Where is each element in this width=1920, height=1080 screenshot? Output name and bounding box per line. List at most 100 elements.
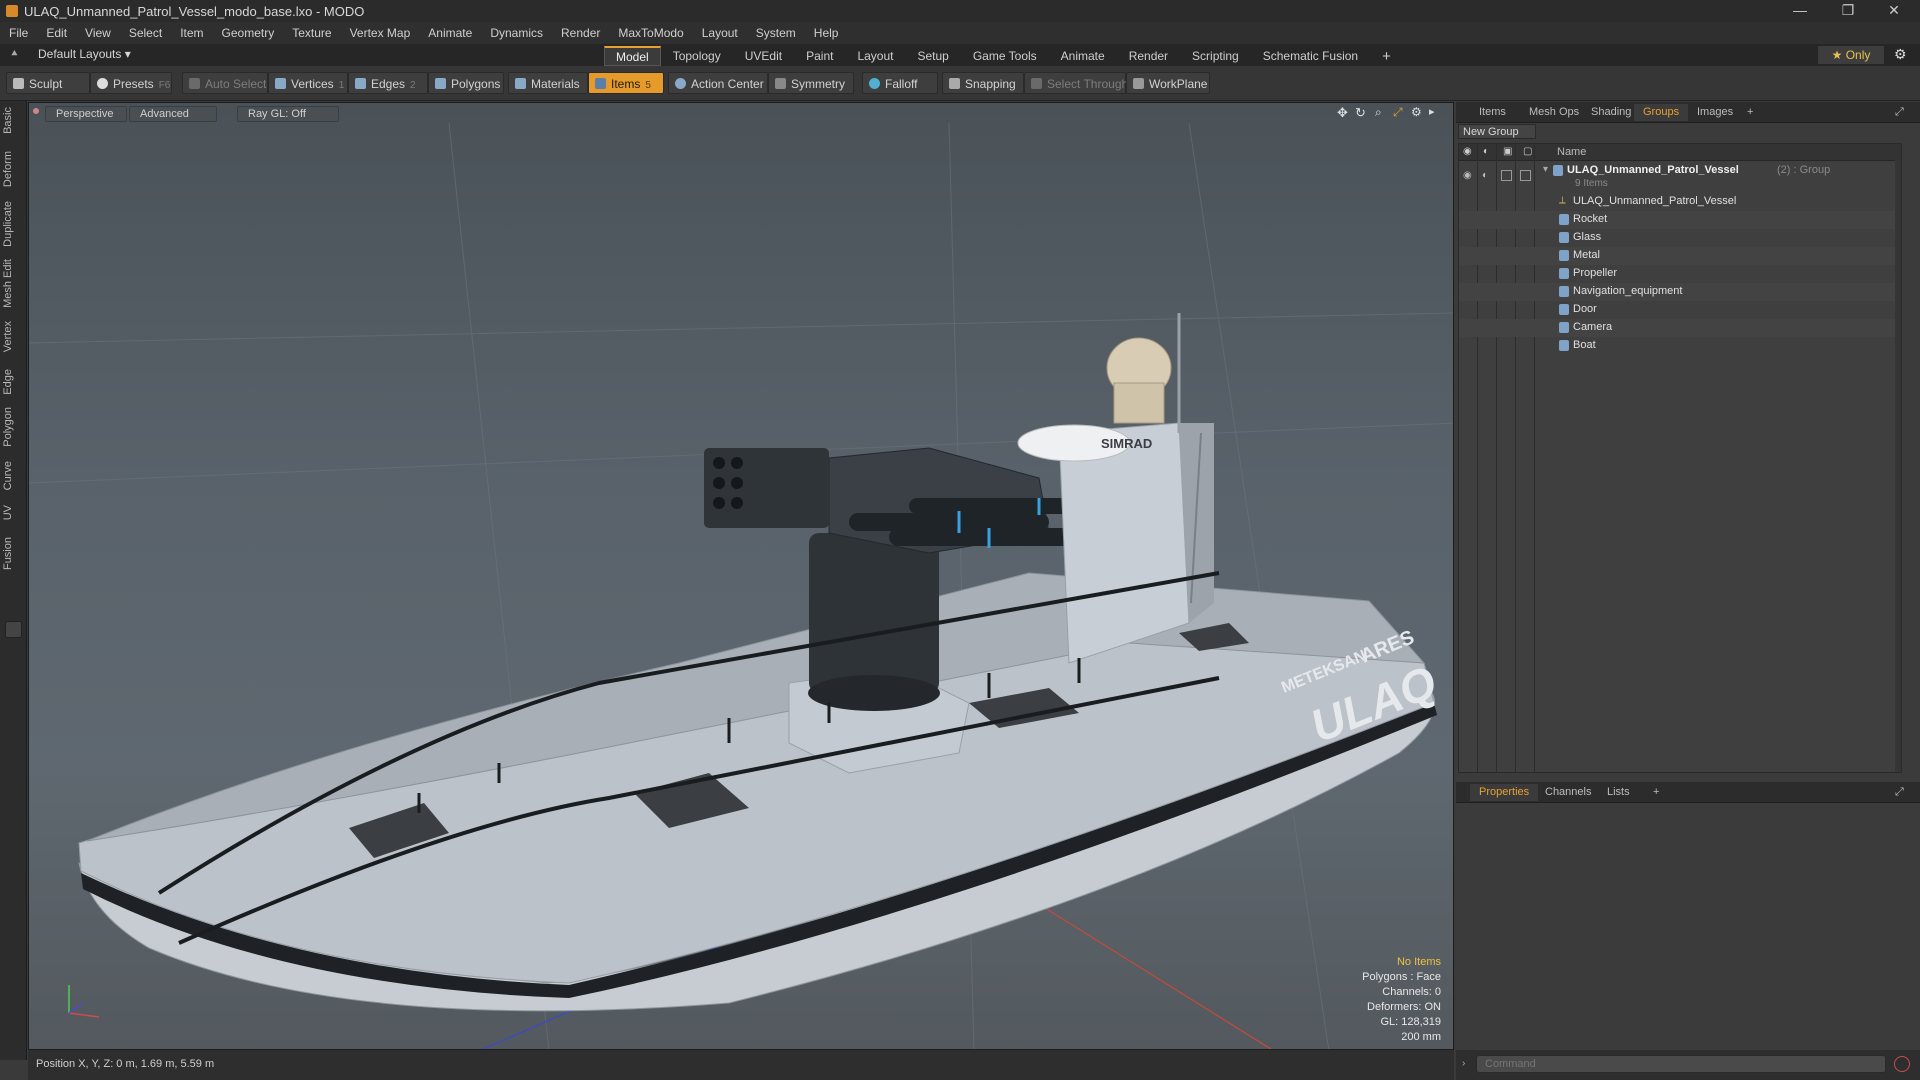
tab-properties[interactable]: Properties <box>1470 784 1539 801</box>
tab-paint[interactable]: Paint <box>794 46 845 66</box>
tab-schematic-fusion[interactable]: Schematic Fusion <box>1251 46 1370 66</box>
workplane-button[interactable]: WorkPlane <box>1126 72 1210 94</box>
menu-file[interactable]: File <box>0 26 37 40</box>
menu-select[interactable]: Select <box>120 26 171 40</box>
materials-button[interactable]: Materials <box>508 72 588 94</box>
add-bottom-tab-icon[interactable]: + <box>1644 784 1668 801</box>
falloff-button[interactable]: Falloff <box>862 72 938 94</box>
select-through-button[interactable]: Select Through <box>1024 72 1128 94</box>
tab-uvedit[interactable]: UVEdit <box>733 46 794 66</box>
groups-scrollbar[interactable] <box>1895 160 1901 772</box>
vtab-duplicate[interactable]: Duplicate <box>2 201 24 247</box>
vtab-deform[interactable]: Deform <box>2 151 24 187</box>
menu-view[interactable]: View <box>76 26 120 40</box>
items-button[interactable]: Items 5 <box>588 72 664 94</box>
layout-arrow-icon[interactable]: ⯅ <box>10 48 19 61</box>
tab-mesh-ops[interactable]: Mesh Ops <box>1520 104 1588 121</box>
new-group-button[interactable]: New Group <box>1458 124 1536 139</box>
tab-channels[interactable]: Channels <box>1536 784 1600 801</box>
layout-selector[interactable]: Default Layouts ▾ <box>38 47 131 61</box>
list-item[interactable]: Door <box>1459 301 1901 319</box>
sculpt-button[interactable]: Sculpt <box>6 72 90 94</box>
restore-button[interactable]: ❐ <box>1828 0 1868 22</box>
mesh-item-icon: ⟂ <box>1559 195 1566 206</box>
tab-game-tools[interactable]: Game Tools <box>961 46 1049 66</box>
tab-scripting[interactable]: Scripting <box>1180 46 1251 66</box>
only-button[interactable]: ★ Only <box>1818 46 1884 64</box>
list-item[interactable]: Camera <box>1459 319 1901 337</box>
vtab-mesh-edit[interactable]: Mesh Edit <box>2 259 24 308</box>
tab-shading[interactable]: Shading <box>1582 104 1640 121</box>
list-item[interactable]: ⟂ ULAQ_Unmanned_Patrol_Vessel <box>1459 193 1901 211</box>
list-item[interactable]: Metal <box>1459 247 1901 265</box>
3d-viewport[interactable]: Perspective Advanced Ray GL: Off ✥ ↻ ⌕ ⤢… <box>28 102 1454 1050</box>
add-panel-tab-icon[interactable]: + <box>1738 104 1762 121</box>
title-bar: ULAQ_Unmanned_Patrol_Vessel_modo_base.lx… <box>0 0 1920 22</box>
add-tab-icon[interactable]: + <box>1370 46 1403 66</box>
menu-geometry[interactable]: Geometry <box>213 26 284 40</box>
list-item[interactable]: Propeller <box>1459 265 1901 283</box>
menu-layout[interactable]: Layout <box>693 26 747 40</box>
auto-select-button[interactable]: Auto Select <box>182 72 268 94</box>
group-select-checkbox[interactable] <box>1520 170 1531 181</box>
vtab-uv[interactable]: UV <box>2 505 24 520</box>
material-icon <box>1559 322 1569 333</box>
tab-items[interactable]: Items <box>1470 104 1515 121</box>
menu-item[interactable]: Item <box>171 26 212 40</box>
group-lock-checkbox[interactable] <box>1501 170 1512 181</box>
tab-setup[interactable]: Setup <box>905 46 960 66</box>
menu-vertex-map[interactable]: Vertex Map <box>341 26 420 40</box>
menu-dynamics[interactable]: Dynamics <box>481 26 552 40</box>
hud-no-items: No Items <box>1396 956 1441 968</box>
vertices-button[interactable]: Vertices 1 <box>268 72 348 94</box>
tab-render[interactable]: Render <box>1117 46 1180 66</box>
tab-images[interactable]: Images <box>1688 104 1742 121</box>
action-center-button[interactable]: Action Center <box>668 72 768 94</box>
presets-button[interactable]: Presets F6 <box>90 72 172 94</box>
edges-button[interactable]: Edges 2 <box>348 72 428 94</box>
menu-maxtomodo[interactable]: MaxToModo <box>609 26 692 40</box>
menu-animate[interactable]: Animate <box>419 26 481 40</box>
panel-expand-icon[interactable]: ⤢ <box>1886 104 1913 121</box>
vtab-curve[interactable]: Curve <box>2 461 24 490</box>
command-arrow-icon[interactable]: › <box>1462 1058 1465 1069</box>
boat-model-render: SIMRAD ULAQ METEKSAN ARES <box>29 122 1453 1049</box>
panel-toggle-button[interactable] <box>5 621 22 638</box>
tab-layout[interactable]: Layout <box>845 46 905 66</box>
group-visibility-icon[interactable]: ◉ <box>1463 170 1472 181</box>
menu-texture[interactable]: Texture <box>283 26 340 40</box>
polygons-button[interactable]: Polygons <box>428 72 504 94</box>
tab-topology[interactable]: Topology <box>661 46 733 66</box>
vtab-edge[interactable]: Edge <box>2 369 24 395</box>
group-collapse-icon[interactable]: ▾ <box>1543 164 1548 175</box>
menu-system[interactable]: System <box>747 26 805 40</box>
command-record-icon[interactable] <box>1894 1056 1910 1072</box>
command-input[interactable] <box>1476 1055 1886 1073</box>
tab-model[interactable]: Model <box>604 46 661 66</box>
vtab-polygon[interactable]: Polygon <box>2 407 24 447</box>
list-item[interactable]: Rocket <box>1459 211 1901 229</box>
close-button[interactable]: ✕ <box>1874 0 1914 22</box>
settings-gear-icon[interactable]: ⚙ <box>1894 46 1907 63</box>
tab-lists[interactable]: Lists <box>1598 784 1639 801</box>
list-item[interactable]: Glass <box>1459 229 1901 247</box>
hud-deformers: Deformers: ON <box>1367 1001 1441 1013</box>
bottom-panel-expand-icon[interactable]: ⤢ <box>1886 784 1913 801</box>
menu-render[interactable]: Render <box>552 26 609 40</box>
vtab-basic[interactable]: Basic <box>2 107 24 134</box>
vtab-fusion[interactable]: Fusion <box>2 537 24 570</box>
top-panel-tabs: Items Mesh Ops Shading Groups Images + ⤢ <box>1456 102 1920 123</box>
group-render-icon[interactable]: ◐ <box>1482 170 1488 181</box>
snapping-button[interactable]: Snapping <box>942 72 1024 94</box>
tab-groups[interactable]: Groups <box>1634 104 1689 121</box>
minimize-button[interactable]: — <box>1780 0 1820 22</box>
list-item[interactable]: Boat <box>1459 337 1901 355</box>
workplane-icon <box>1133 78 1144 89</box>
list-item[interactable]: Navigation_equipment <box>1459 283 1901 301</box>
vtab-vertex[interactable]: Vertex <box>2 321 24 352</box>
menu-help[interactable]: Help <box>805 26 848 40</box>
tab-animate[interactable]: Animate <box>1049 46 1117 66</box>
symmetry-button[interactable]: Symmetry <box>768 72 854 94</box>
group-row[interactable]: ◉ ◐ ▾ ULAQ_Unmanned_Patrol_Vessel (2) : … <box>1459 162 1901 192</box>
menu-edit[interactable]: Edit <box>37 26 76 40</box>
